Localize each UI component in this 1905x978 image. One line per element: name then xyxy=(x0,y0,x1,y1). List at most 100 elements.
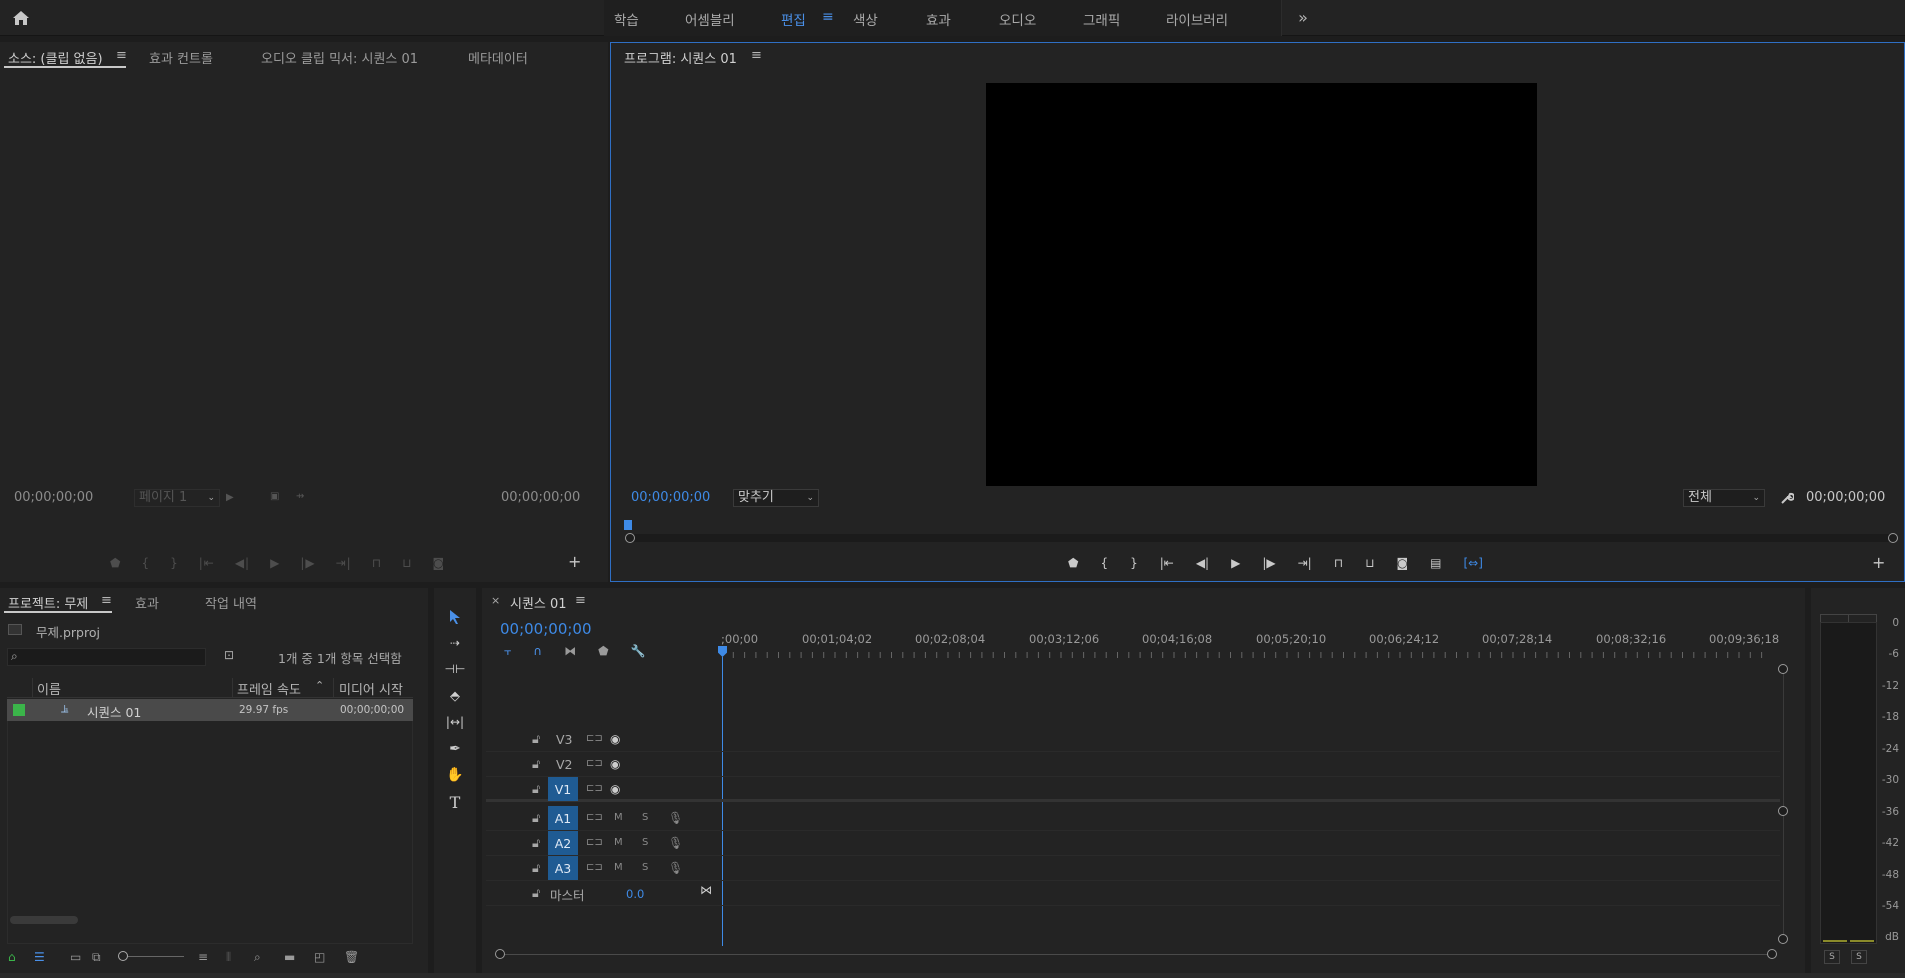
hscroll-right-handle[interactable] xyxy=(1767,949,1777,959)
zoom-slider-handle[interactable] xyxy=(118,951,128,961)
razor-tool-icon[interactable]: ⬘ xyxy=(443,686,467,706)
track-label[interactable]: A2 xyxy=(548,831,578,855)
list-view-icon[interactable]: ☰ xyxy=(34,950,70,964)
new-search-bin-icon[interactable]: ⊡ xyxy=(224,648,234,662)
sync-lock-icon[interactable]: ⊏⊐ xyxy=(586,837,603,848)
linked-selection-icon[interactable]: ⧓ xyxy=(564,644,576,658)
play-icon[interactable]: ▶ xyxy=(1231,556,1240,570)
settings-square-icon[interactable]: ▣ xyxy=(270,491,279,502)
track-label[interactable]: V3 xyxy=(556,732,573,747)
nest-sequence-icon[interactable]: ⫟ xyxy=(504,644,511,659)
vertical-scrollbar-track[interactable] xyxy=(1783,670,1784,940)
column-header-media-start[interactable]: 미디어 시작 xyxy=(339,679,403,698)
project-search-text[interactable] xyxy=(26,650,201,664)
home-icon[interactable] xyxy=(8,6,34,30)
track-label[interactable]: V1 xyxy=(548,777,578,801)
bowtie-icon[interactable]: ⋈ xyxy=(700,883,712,897)
lock-icon[interactable]: 🔓︎ xyxy=(532,860,540,876)
program-scrubber-track[interactable] xyxy=(628,534,1894,542)
track-master[interactable]: 🔓︎ 마스터 0.0 ⋈ xyxy=(486,881,1780,906)
label-color-swatch[interactable] xyxy=(13,704,25,716)
program-timecode-left[interactable]: 00;00;00;00 xyxy=(631,490,710,505)
tab-history[interactable]: 작업 내역 xyxy=(205,593,257,612)
panel-menu-icon[interactable]: ≡ xyxy=(116,48,127,63)
lock-icon[interactable]: ⌂ xyxy=(8,950,34,964)
lock-icon[interactable]: 🔓︎ xyxy=(532,885,540,901)
icon-view-icon[interactable]: ▭ xyxy=(70,950,92,964)
eye-icon[interactable]: ◉ xyxy=(610,757,620,771)
playback-quality-select[interactable]: 전체 ⌄ xyxy=(1683,489,1765,507)
tab-effect-controls[interactable]: 효과 컨트롤 xyxy=(149,48,213,67)
play-icon[interactable]: ▶ xyxy=(270,556,280,572)
project-list-area[interactable] xyxy=(7,721,413,944)
track-v1[interactable]: 🔓︎ V1 ⊏⊐ ◉ xyxy=(486,777,1780,802)
zoom-fit-select[interactable]: 맞추기 ⌄ xyxy=(733,489,819,507)
go-to-in-icon[interactable]: |⇤ xyxy=(199,556,215,572)
panel-menu-icon[interactable]: ≡ xyxy=(101,593,112,608)
tab-effects[interactable]: 효과 xyxy=(135,593,159,612)
microphone-icon[interactable]: 🎙︎ xyxy=(668,836,683,850)
marker-icon[interactable]: ⬟ xyxy=(110,556,121,572)
add-button-icon[interactable]: + xyxy=(1872,553,1885,572)
sort-icon[interactable]: ≡ xyxy=(198,950,226,964)
freeform-view-icon[interactable]: ⧉ xyxy=(92,950,118,965)
tab-sequence[interactable]: 시퀀스 01 xyxy=(510,593,567,612)
horizontal-zoom-scrollbar[interactable] xyxy=(500,954,1774,955)
lock-icon[interactable]: 🔓︎ xyxy=(532,756,540,772)
mark-out-icon[interactable]: } xyxy=(170,556,179,572)
workspace-tab-assembly[interactable]: 어셈블리 xyxy=(685,9,735,29)
mute-button[interactable]: M xyxy=(614,837,623,848)
insert-clip-icon[interactable]: ⊓ xyxy=(372,556,382,572)
type-tool-icon[interactable]: T xyxy=(443,792,467,812)
trash-icon[interactable]: 🗑 xyxy=(344,950,364,964)
source-timecode-left[interactable]: 00;00;00;00 xyxy=(14,490,93,505)
program-timecode-right[interactable]: 00;00;00;00 xyxy=(1806,490,1885,505)
vscroll-mid-handle[interactable] xyxy=(1778,806,1788,816)
track-v3[interactable]: 🔓︎ V3 ⊏⊐ ◉ xyxy=(486,727,1780,752)
pen-tool-icon[interactable]: ✒ xyxy=(443,739,467,759)
new-item-icon[interactable]: ◰ xyxy=(314,950,344,964)
add-marker-icon[interactable]: ⬟ xyxy=(598,644,608,658)
sort-ascending-icon[interactable]: ⌃ xyxy=(315,679,324,692)
selection-tool-icon[interactable] xyxy=(443,606,467,628)
workspace-tab-learn[interactable]: 학습 xyxy=(614,9,639,29)
scrubber-right-handle[interactable] xyxy=(1888,533,1898,543)
sync-lock-icon[interactable]: ⊏⊐ xyxy=(586,733,603,744)
panel-menu-icon[interactable]: ≡ xyxy=(751,48,762,63)
extract-icon[interactable]: ⊔ xyxy=(1365,556,1374,570)
tab-source[interactable]: 소스: (클립 없음) xyxy=(8,48,103,67)
master-volume-value[interactable]: 0.0 xyxy=(626,887,644,901)
step-forward-icon[interactable]: |▶ xyxy=(1262,556,1275,570)
column-header-name[interactable]: 이름 xyxy=(37,679,61,698)
lock-icon[interactable]: 🔓︎ xyxy=(532,731,540,747)
tab-metadata[interactable]: 메타데이터 xyxy=(468,48,528,67)
camera-icon[interactable]: ◙ xyxy=(1396,556,1408,570)
lock-icon[interactable]: 🔓︎ xyxy=(532,810,540,826)
meter-solo-left-button[interactable]: S xyxy=(1824,950,1840,964)
panel-menu-icon[interactable]: ≡ xyxy=(575,593,586,608)
automate-to-sequence-icon[interactable]: ⫴ xyxy=(226,950,254,965)
lock-icon[interactable]: 🔓︎ xyxy=(532,835,540,851)
project-list-item[interactable]: ⫡ 시퀀스 01 29.97 fps 00;00;00;00 xyxy=(7,699,413,721)
program-playhead[interactable] xyxy=(624,520,632,530)
timeline-settings-icon[interactable]: 🔧 xyxy=(631,644,646,658)
page-select[interactable]: 페이지 1 ⌄ xyxy=(134,489,220,507)
eye-icon[interactable]: ◉ xyxy=(610,732,620,746)
new-bin-icon[interactable]: ▬ xyxy=(284,950,314,964)
wrench-icon[interactable] xyxy=(1779,490,1795,506)
mark-in-icon[interactable]: { xyxy=(1100,556,1108,570)
vscroll-top-handle[interactable] xyxy=(1778,664,1788,674)
tab-audio-clip-mixer[interactable]: 오디오 클립 믹서: 시퀀스 01 xyxy=(261,48,418,67)
solo-button[interactable]: S xyxy=(642,837,648,848)
time-ruler[interactable] xyxy=(722,648,1778,658)
slip-tool-icon[interactable]: |↔| xyxy=(443,712,467,732)
workspace-tab-edit[interactable]: 편집 xyxy=(781,9,806,29)
meter-solo-right-button[interactable]: S xyxy=(1851,950,1867,964)
track-label[interactable]: A3 xyxy=(548,856,578,880)
step-back-icon[interactable]: ◀| xyxy=(1196,556,1209,570)
project-search-input[interactable]: ⌕ xyxy=(7,648,206,666)
vr-view-icon[interactable]: [⇔] xyxy=(1463,556,1482,570)
workspace-tab-color[interactable]: 색상 xyxy=(853,9,878,29)
column-header-frame-rate[interactable]: 프레임 속도 xyxy=(237,679,301,698)
tab-program[interactable]: 프로그램: 시퀀스 01 xyxy=(624,48,737,67)
